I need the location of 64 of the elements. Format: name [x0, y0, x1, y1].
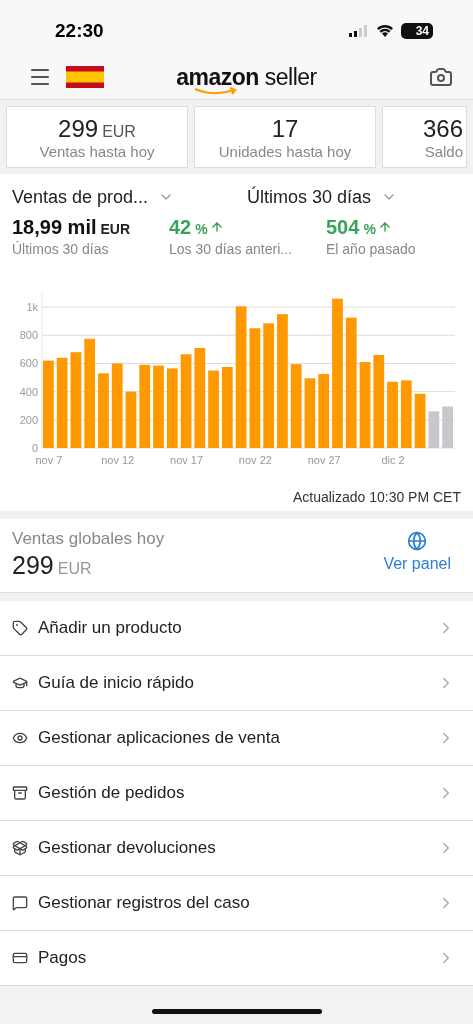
summary-card[interactable]: 366 Saldo: [382, 106, 467, 168]
card-label: Ventas hasta hoy: [39, 142, 155, 160]
bar: [304, 378, 316, 448]
card-value: 366: [422, 114, 463, 143]
y-axis-label: 1k: [26, 301, 38, 314]
open-box-icon: [12, 840, 28, 856]
dropdown[interactable]: Ventas de prod...: [12, 186, 247, 208]
logo-text: amazon: [176, 63, 259, 90]
archive-box-icon: [12, 785, 28, 801]
menu-item[interactable]: Añadir un producto: [0, 601, 473, 656]
graduation-cap-icon: [12, 675, 28, 691]
view-panel-link[interactable]: Ver panel: [383, 529, 451, 580]
logo-text: seller: [264, 63, 317, 90]
y-axis-label: 400: [19, 385, 38, 398]
x-axis-label: dic 2: [381, 454, 405, 466]
eye-icon: [12, 730, 28, 746]
x-axis-label: nov 17: [170, 454, 204, 466]
bar: [387, 381, 398, 448]
menu-item[interactable]: Pagos: [0, 931, 473, 986]
bar: [125, 391, 137, 448]
global-sales-value: 299 EUR: [12, 551, 93, 580]
tag-icon: [12, 620, 28, 636]
card-label: Saldo: [424, 142, 463, 160]
y-axis-label: 600: [19, 357, 38, 370]
metric-value: 504 %: [326, 216, 461, 239]
globe-icon: [407, 531, 428, 551]
status-time: 22:30: [55, 19, 104, 42]
y-axis-label: 800: [19, 329, 38, 342]
message-icon: [12, 895, 28, 911]
signal-icon: [349, 24, 369, 37]
menu-item[interactable]: Gestión de pedidos: [0, 766, 473, 821]
bar: [400, 380, 412, 448]
x-axis-label: nov 22: [238, 454, 272, 466]
battery-icon: 34: [401, 22, 433, 39]
card-value: 17: [271, 114, 299, 143]
global-sales-title: Ventas globales hoy: [12, 529, 165, 549]
spain-flag-icon[interactable]: [66, 66, 104, 88]
card-value: 299 EUR: [58, 114, 136, 143]
menu-item[interactable]: Gestionar devoluciones: [0, 821, 473, 876]
metric-caption: Últimos 30 días: [12, 241, 110, 257]
bar: [414, 393, 426, 448]
metric-caption: Los 30 días anteri...: [169, 241, 293, 257]
x-axis-label: nov 7: [35, 454, 63, 466]
summary-card[interactable]: 299 EUR Ventas hasta hoy: [6, 106, 188, 168]
bar: [428, 411, 440, 448]
y-axis-label: 0: [31, 442, 38, 454]
x-axis-label: nov 27: [307, 454, 341, 466]
camera-icon[interactable]: [429, 65, 453, 89]
card-label: Unidades hasta hoy: [218, 142, 352, 160]
menu-item[interactable]: Guía de inicio rápido: [0, 656, 473, 711]
dropdown[interactable]: Últimos 30 días: [247, 186, 461, 208]
x-axis-label: nov 12: [101, 454, 135, 466]
credit-card-icon: [12, 950, 28, 966]
summary-card[interactable]: 17 Unidades hasta hoy: [194, 106, 376, 168]
bar: [442, 406, 453, 448]
menu-item[interactable]: Gestionar aplicaciones de venta: [0, 711, 473, 766]
metric-value: 42 %: [169, 216, 326, 239]
metric-value: 18,99 mil EUR: [12, 216, 132, 239]
y-axis-label: 200: [19, 413, 38, 426]
menu-item[interactable]: Gestionar registros del caso: [0, 876, 473, 931]
updated-text: Actualizado 10:30 PM CET: [291, 488, 461, 505]
metric-caption: El año pasado: [326, 241, 417, 257]
wifi-icon: [376, 24, 394, 37]
smile-icon: [194, 86, 239, 97]
